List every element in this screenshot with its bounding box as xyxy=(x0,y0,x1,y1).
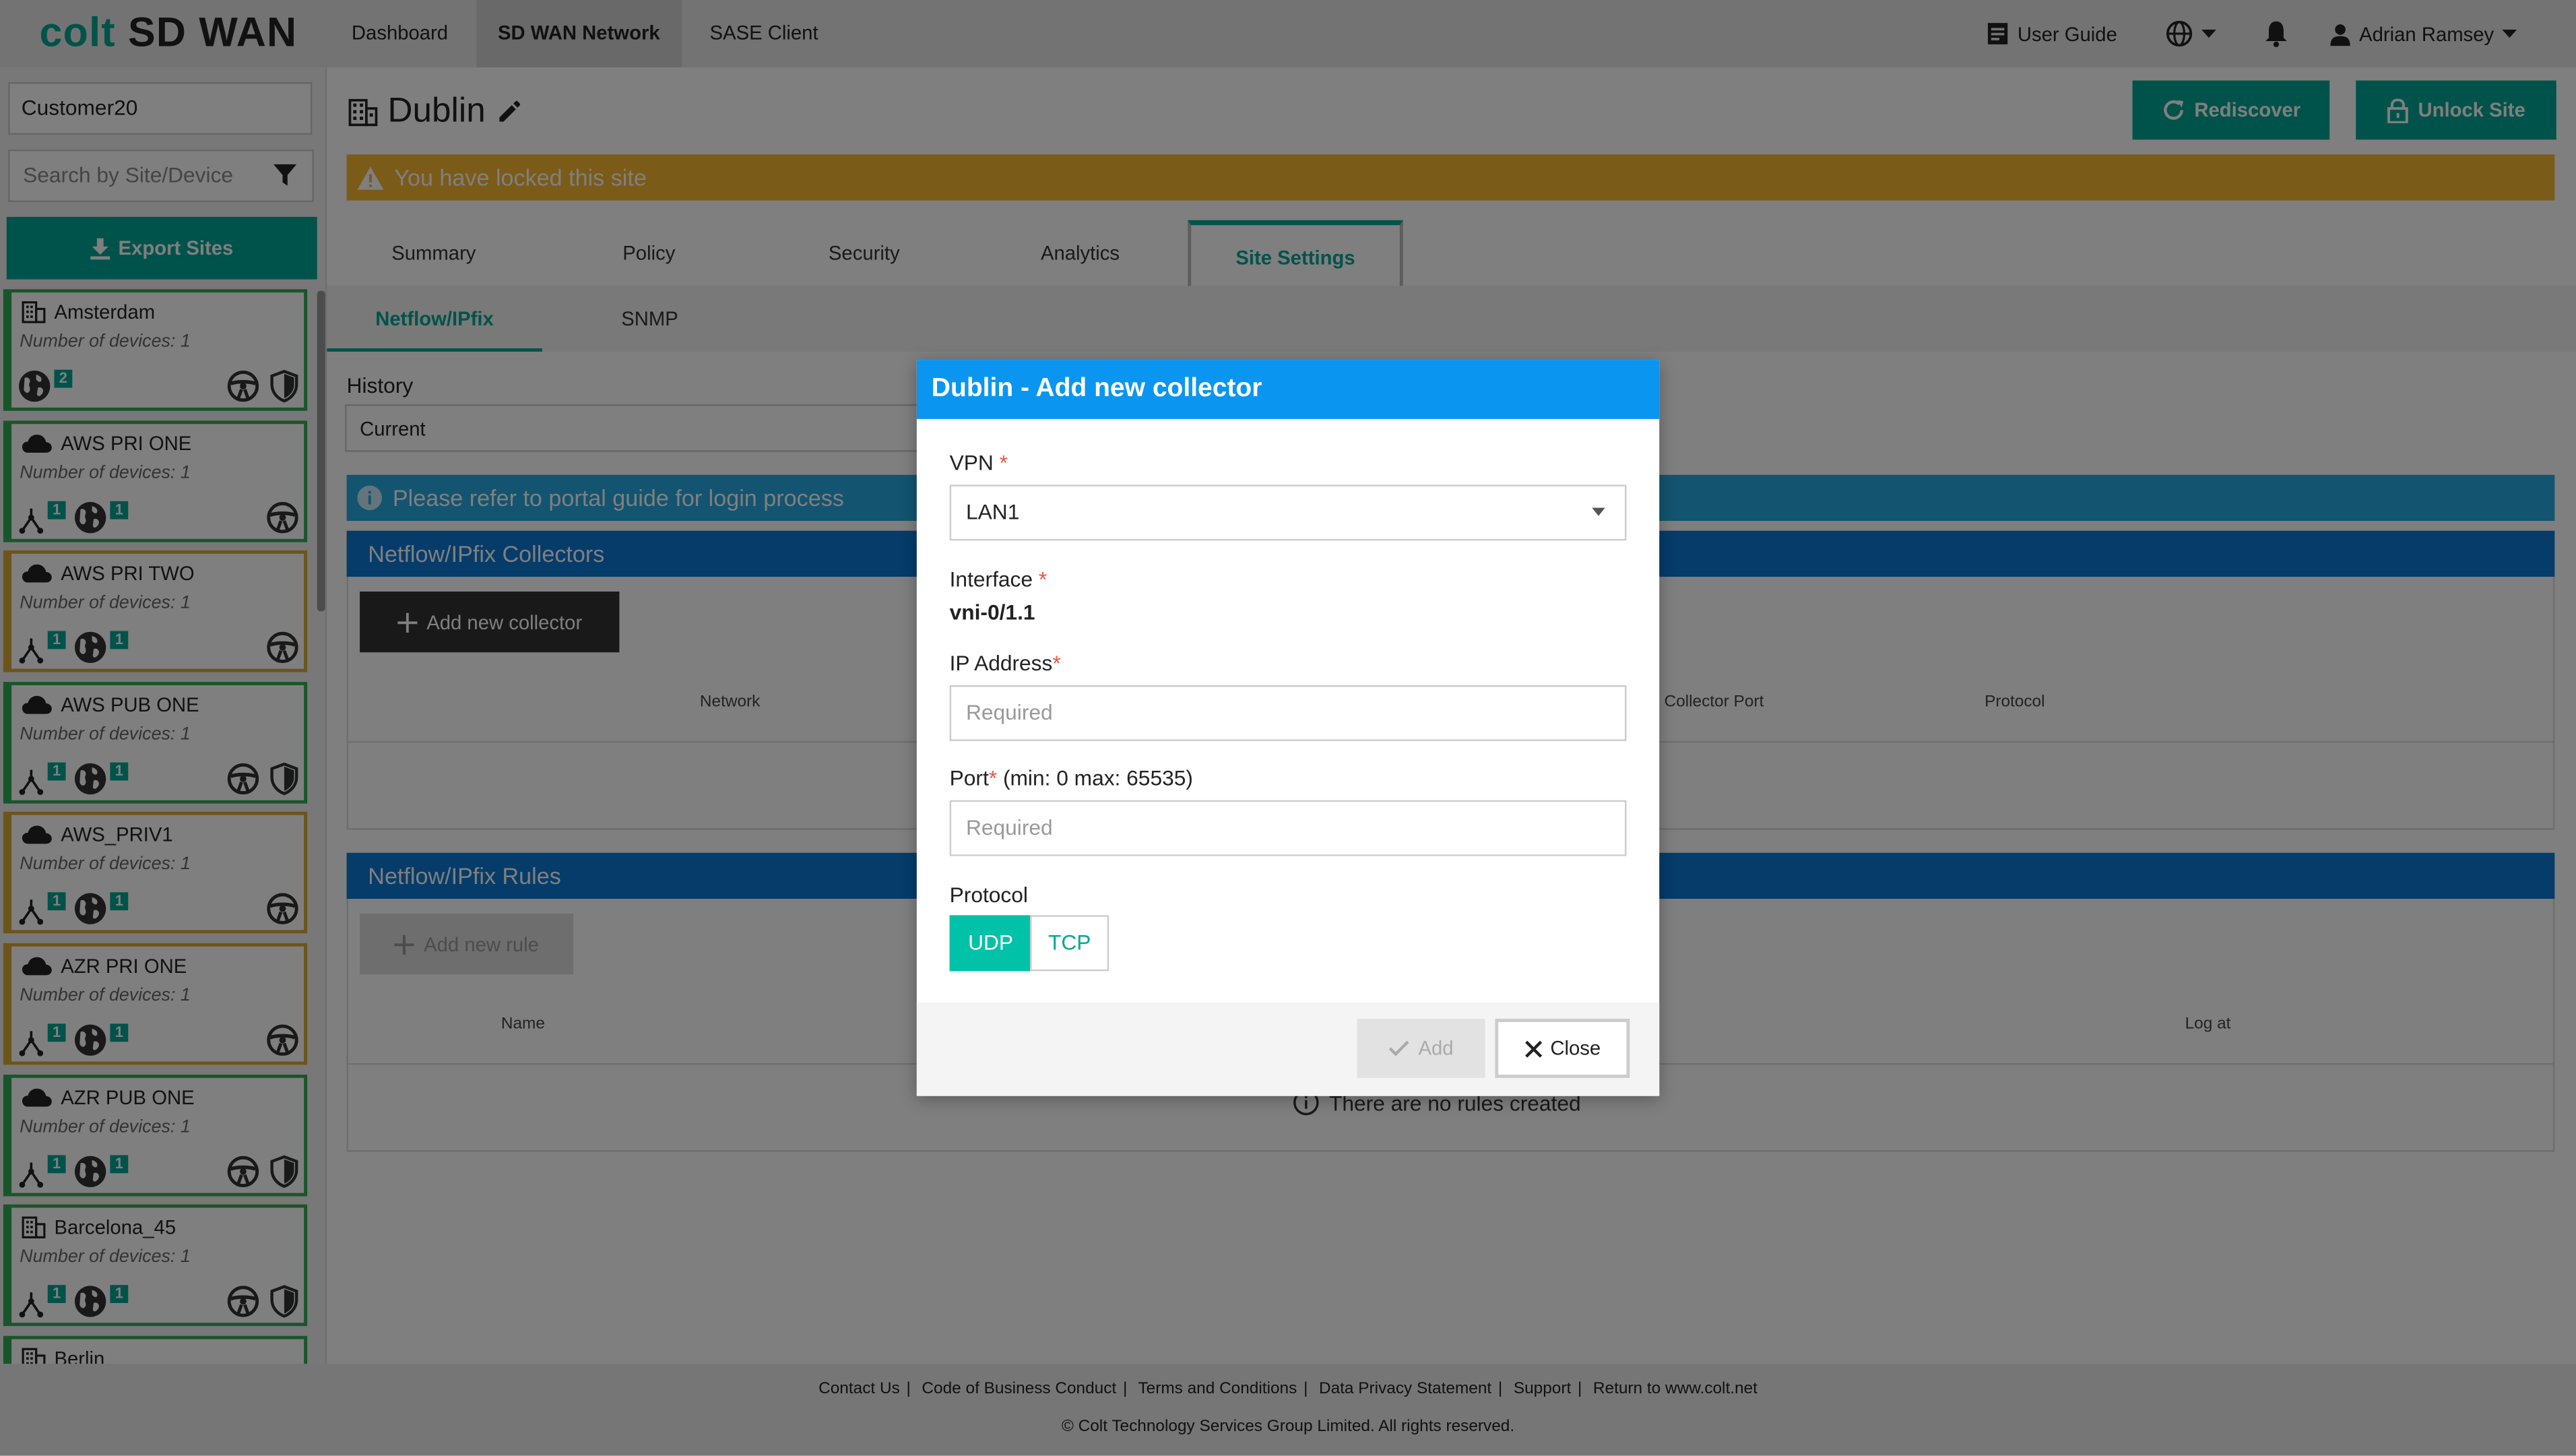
close-button[interactable]: Close xyxy=(1495,1019,1630,1078)
vpn-select[interactable]: LAN1 xyxy=(949,484,1627,541)
port-input[interactable]: Required xyxy=(949,800,1627,856)
add-collector-dialog: Dublin - Add new collector VPN * LAN1 In… xyxy=(916,360,1660,1096)
add-button[interactable]: Add xyxy=(1357,1019,1485,1078)
app-root: colt SD WAN Dashboard SD WAN Network SAS… xyxy=(0,0,2576,1456)
port-label: Port* (min: 0 max: 65535) xyxy=(949,765,1193,791)
required-marker: * xyxy=(988,765,998,791)
ip-address-input[interactable]: Required xyxy=(949,685,1627,741)
protocol-tcp-option[interactable]: TCP xyxy=(1030,915,1109,972)
protocol-label: Protocol xyxy=(949,882,1028,908)
required-marker: * xyxy=(999,450,1008,475)
interface-value: vni-0/1.1 xyxy=(949,600,1035,625)
interface-label: Interface * xyxy=(949,567,1048,592)
check-icon xyxy=(1389,1040,1410,1056)
close-icon xyxy=(1524,1040,1542,1057)
protocol-udp-option[interactable]: UDP xyxy=(949,915,1032,972)
vpn-label: VPN * xyxy=(949,450,1008,475)
required-marker: * xyxy=(1052,650,1061,676)
dialog-title: Dublin - Add new collector xyxy=(916,360,1660,419)
required-marker: * xyxy=(1038,567,1048,592)
dialog-footer: Add Close xyxy=(916,1002,1660,1096)
ip-address-label: IP Address* xyxy=(949,650,1061,676)
dropdown-caret-icon xyxy=(1592,507,1605,516)
